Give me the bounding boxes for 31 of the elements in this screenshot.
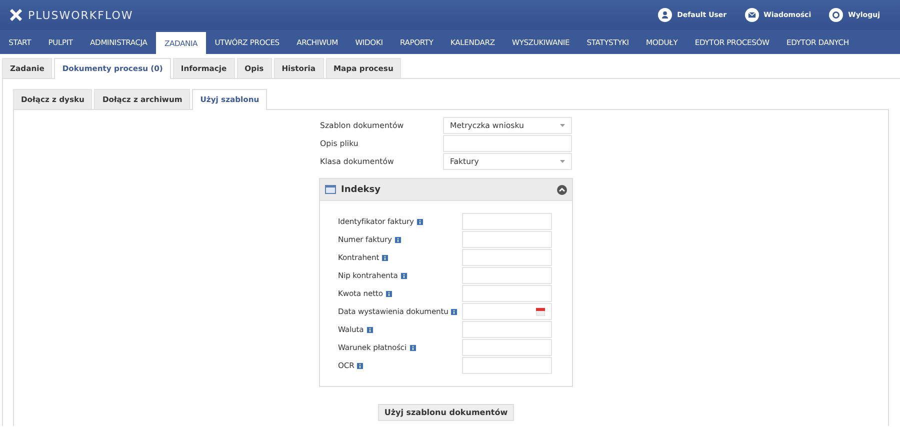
info-icon[interactable] bbox=[357, 362, 364, 368]
info-icon[interactable] bbox=[410, 344, 416, 350]
text-field[interactable] bbox=[462, 339, 552, 356]
info-icon[interactable] bbox=[451, 308, 458, 314]
collapse-button[interactable] bbox=[557, 184, 567, 194]
power-icon bbox=[829, 8, 844, 22]
info-icon[interactable] bbox=[386, 290, 392, 296]
caret-icon bbox=[560, 160, 565, 163]
calendar-icon[interactable] bbox=[536, 307, 545, 316]
text-field[interactable] bbox=[462, 249, 552, 266]
text-field[interactable] bbox=[462, 357, 552, 374]
info-icon[interactable] bbox=[382, 254, 388, 260]
panel-title: Indeksy bbox=[341, 184, 381, 194]
mail-icon bbox=[744, 8, 759, 22]
text-field[interactable] bbox=[462, 321, 552, 338]
window-icon bbox=[325, 185, 336, 194]
caret-icon bbox=[560, 124, 565, 127]
text-field[interactable] bbox=[462, 285, 552, 302]
text-field[interactable] bbox=[443, 135, 572, 152]
use-template-button[interactable]: Użyj szablonu dokumentów bbox=[378, 404, 514, 421]
info-icon[interactable] bbox=[416, 218, 423, 224]
info-icon[interactable] bbox=[400, 272, 407, 278]
info-icon[interactable] bbox=[394, 236, 401, 242]
text-field[interactable] bbox=[462, 231, 552, 248]
text-field[interactable] bbox=[462, 213, 552, 230]
date-field[interactable] bbox=[462, 303, 552, 320]
logo-icon bbox=[10, 9, 22, 21]
app-logo: PLUSWORKFLOW bbox=[28, 8, 134, 22]
info-icon[interactable] bbox=[366, 326, 373, 332]
user-icon bbox=[658, 8, 672, 22]
text-field[interactable] bbox=[462, 267, 552, 284]
